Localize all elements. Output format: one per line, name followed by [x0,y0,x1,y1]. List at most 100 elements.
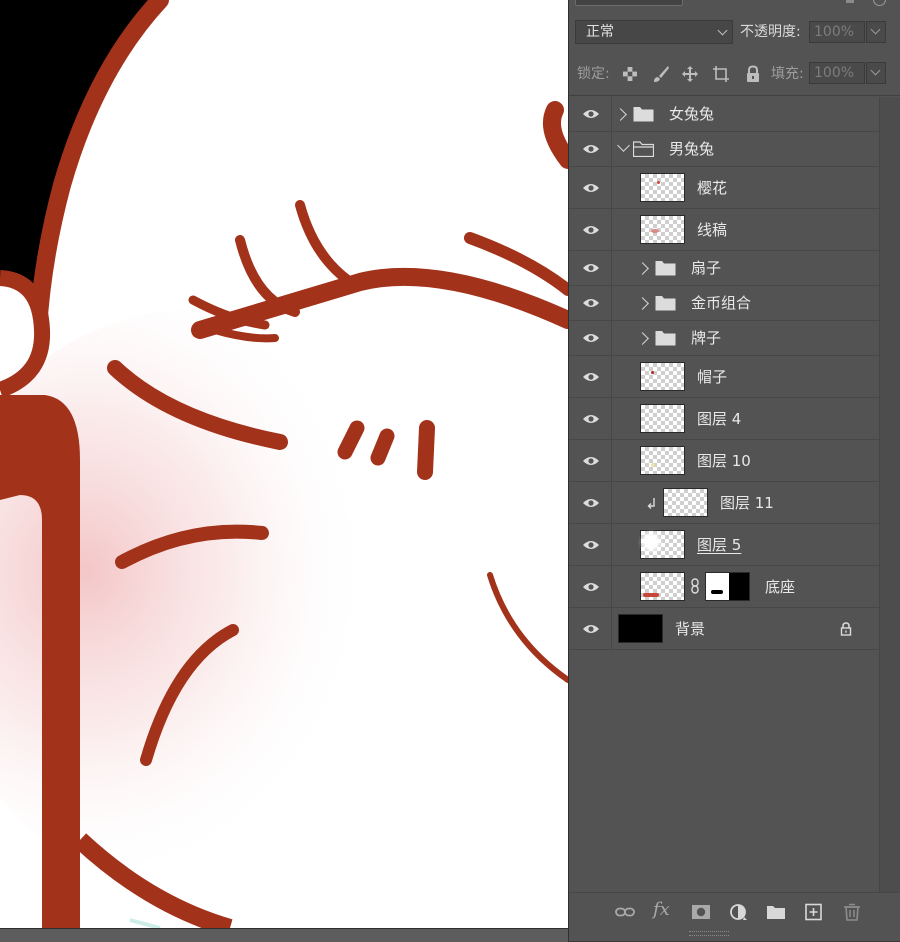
blend-mode-select[interactable]: 正常 [575,20,733,44]
artwork [0,0,568,928]
layer-thumbnail [640,173,685,202]
fill-input[interactable]: 100% [809,62,865,84]
fill-dropdown-button[interactable] [866,62,886,84]
lock-brush-icon[interactable] [652,65,670,83]
layer-row-group-fan[interactable]: 扇子 [569,251,879,286]
lock-transparent-icon[interactable] [621,65,639,83]
layer-row-layer-4[interactable]: 图层 4 [569,398,879,440]
visibility-toggle[interactable] [569,132,612,166]
opacity-input[interactable]: 100% [809,21,865,43]
lock-fill-row: 锁定: 填充: 100% [569,58,900,88]
layer-thumbnail [640,362,685,391]
visibility-toggle[interactable] [569,356,612,397]
fx-icon[interactable]: fx [653,899,670,920]
visibility-toggle[interactable] [569,167,612,208]
new-group-icon[interactable] [766,903,786,921]
layer-row-lineart[interactable]: 线稿 [569,209,879,251]
panel-filter-tab[interactable] [575,0,683,6]
filter-on-off-icon[interactable] [873,0,886,6]
opacity-label: 不透明度: [740,24,801,40]
layer-name: 男兔兔 [669,140,715,158]
document-canvas[interactable] [0,0,568,928]
eye-icon [583,456,599,465]
layer-name: 女兔兔 [669,105,715,123]
eye-icon [583,299,599,307]
layer-thumbnail [663,488,708,517]
eye-icon [583,334,599,342]
layers-vertical-scrollbar[interactable] [879,97,900,892]
blend-mode-value: 正常 [586,24,614,40]
layer-thumbnail [618,614,663,643]
chevron-down-icon[interactable] [617,139,630,152]
blend-opacity-row: 正常 不透明度: 100% [569,18,900,48]
visibility-toggle[interactable] [569,524,612,565]
eye-icon [583,372,599,381]
lock-all-icon[interactable] [744,65,762,83]
lock-move-icon[interactable] [681,65,699,83]
new-layer-icon[interactable] [804,903,824,921]
eye-icon [583,145,599,153]
adjustment-layer-icon[interactable] [729,903,749,921]
eye-icon [583,225,599,234]
layer-row-group-female-rabbit[interactable]: 女兔兔 [569,97,879,132]
layer-thumbnail [640,572,685,601]
layer-thumbnail [640,215,685,244]
lock-artboard-icon[interactable] [712,65,730,83]
layer-row-cherry-blossom[interactable]: 樱花 [569,167,879,209]
layer-row-hat[interactable]: 帽子 [569,356,879,398]
layer-mask-thumbnail[interactable] [705,572,750,601]
layers-bottom-toolbar: fx [569,892,900,941]
eye-icon [583,183,599,192]
panel-divider [569,95,900,96]
mask-link-icon[interactable] [690,578,700,594]
visibility-toggle[interactable] [569,321,612,355]
layer-row-group-male-rabbit[interactable]: 男兔兔 [569,132,879,167]
chevron-right-icon[interactable] [636,297,649,310]
link-layers-icon[interactable] [615,903,635,921]
layer-row-layer-11[interactable]: 图层 11 [569,482,879,524]
layer-name: 牌子 [691,329,722,347]
visibility-toggle[interactable] [569,97,612,131]
visibility-toggle[interactable] [569,251,612,285]
layer-row-background[interactable]: 背景 [569,608,879,650]
lock-icon[interactable] [840,622,852,636]
folder-icon [633,107,654,122]
opacity-dropdown-button[interactable] [866,21,886,43]
eye-icon [583,624,599,633]
layer-name: 线稿 [697,221,728,239]
eye-icon [583,110,599,118]
layer-row-group-sign[interactable]: 牌子 [569,321,879,356]
add-mask-icon[interactable] [691,903,711,921]
layer-thumbnail [640,446,685,475]
folder-icon [655,296,676,311]
layer-name: 图层 11 [720,494,774,512]
panel-resize-grip[interactable] [689,931,729,936]
chevron-right-icon[interactable] [614,108,627,121]
layer-name: 底座 [765,578,796,596]
layer-row-layer-10[interactable]: 图层 10 [569,440,879,482]
visibility-toggle[interactable] [569,566,612,607]
visibility-toggle[interactable] [569,608,612,649]
layer-row-layer-5[interactable]: 图层 5 [569,524,879,566]
delete-icon[interactable] [842,903,862,921]
layers-panel: 正常 不透明度: 100% 锁定: 填充: 100% 女兔兔 男兔兔 樱花 线稿… [568,0,900,941]
folder-open-icon [633,141,654,157]
layer-name: 图层 4 [697,410,742,428]
layer-row-base[interactable]: 底座 [569,566,879,608]
visibility-toggle[interactable] [569,398,612,439]
visibility-toggle[interactable] [569,482,612,523]
visibility-toggle[interactable] [569,286,612,320]
visibility-toggle[interactable] [569,440,612,481]
lock-label: 锁定: [577,66,610,82]
fill-label: 填充: [771,66,804,82]
visibility-toggle[interactable] [569,209,612,250]
filter-toggle-icon[interactable] [846,0,854,3]
chevron-right-icon[interactable] [636,262,649,275]
layer-row-group-coins[interactable]: 金币组合 [569,286,879,321]
layer-name: 图层 5 [697,536,742,554]
layer-name: 樱花 [697,179,728,197]
canvas-horizontal-scrollbar[interactable] [0,928,568,942]
eye-icon [583,582,599,591]
chevron-right-icon[interactable] [636,332,649,345]
layer-name: 扇子 [691,259,722,277]
